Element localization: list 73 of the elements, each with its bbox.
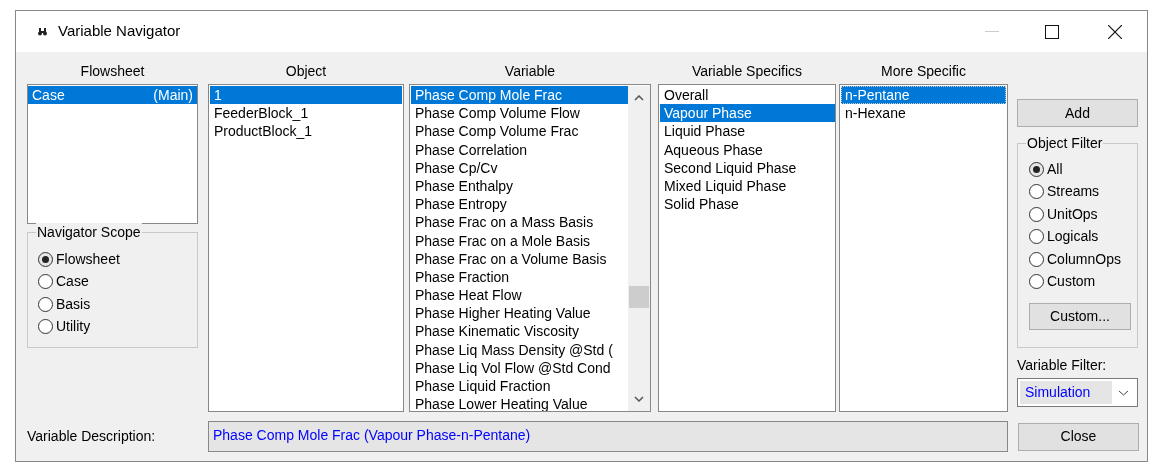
list-item[interactable]: 1 [210,86,402,105]
list-item[interactable]: Solid Phase [660,195,835,214]
scroll-down-icon[interactable] [634,396,644,402]
radio-button[interactable] [1029,229,1044,245]
close-icon[interactable] [1108,24,1122,39]
group-title: Object Filter [1026,134,1104,152]
radio-label[interactable]: Streams [1047,181,1100,203]
list-item[interactable]: Phase Kinematic Viscosity [411,322,628,341]
list-item[interactable]: Phase Liquid Fraction [411,377,628,396]
column-header: Object [284,62,328,81]
scroll-thumb[interactable] [629,286,649,308]
radio-label[interactable]: All [1047,158,1063,180]
radio-button[interactable] [1029,184,1044,200]
column-header: Variable Specifics [690,62,804,81]
variable-filter-label: Variable Filter: [1017,356,1108,374]
radio-label[interactable]: Basis [56,293,91,315]
custom-button[interactable]: Custom... [1029,303,1131,330]
list-item[interactable]: Aqueous Phase [660,140,835,159]
radio-label[interactable]: Utility [56,316,91,338]
list-item[interactable]: n-Hexane [841,104,1006,123]
radio-button[interactable] [1029,251,1044,267]
list-item[interactable]: Phase Liq Vol Flow @Std Cond [411,358,628,377]
close-button[interactable]: Close [1018,422,1139,451]
chevron-down-icon [1118,389,1129,396]
list-item[interactable]: Liquid Phase [660,122,835,141]
list-item[interactable]: Phase Cp/Cv [411,158,628,177]
radio-label[interactable]: Logicals [1047,226,1099,248]
radio-button[interactable] [38,274,53,290]
binoculars-icon [38,27,47,36]
radio-button[interactable] [38,251,53,267]
list-item[interactable]: n-Pentane [841,86,1006,105]
list-item[interactable]: Vapour Phase [660,104,835,123]
scroll-up-icon[interactable] [634,95,644,101]
radio-label[interactable]: Case [56,271,89,293]
radio-button[interactable] [38,296,53,312]
description-label: Variable Description: [27,427,157,446]
description-field: Phase Comp Mole Frac (Vapour Phase-n-Pentane) [208,421,1008,452]
list-item[interactable]: Mixed Liquid Phase [660,176,835,196]
list-item[interactable]: Phase Fraction [411,267,628,287]
add-button[interactable]: Add [1017,99,1138,127]
list-item[interactable]: Phase Comp Volume Frac [411,122,628,141]
list-item[interactable]: Phase Frac on a Mole Basis [411,231,628,250]
window-title: Variable Navigator [58,21,181,42]
radio-button[interactable] [1029,206,1044,222]
radio-button[interactable] [1029,161,1044,177]
list-item[interactable]: Phase Enthalpy [411,176,628,196]
list-item[interactable]: Case (Main) [28,86,197,105]
variable-filter-dropdown[interactable]: Simulation [1017,378,1138,407]
list-item[interactable]: Phase Frac on a Volume Basis [411,249,628,268]
list-item[interactable]: FeederBlock_1 [210,104,402,123]
list-item[interactable]: Phase Heat Flow [411,286,628,305]
radio-label[interactable]: UnitOps [1047,203,1098,225]
radio-button[interactable] [38,319,53,335]
radio-label[interactable]: Flowsheet [56,248,120,270]
list-item[interactable]: Phase Liq Mass Density @Std ( [411,340,628,359]
list-item[interactable]: Phase Frac on a Mass Basis [411,213,628,232]
list-item[interactable]: Overall [660,86,835,105]
list-item[interactable]: Phase Correlation [411,140,628,159]
list-item[interactable]: Second Liquid Phase [660,158,835,177]
maximize-icon[interactable] [1045,24,1059,39]
list-item[interactable]: ProductBlock_1 [210,122,402,141]
list-item[interactable]: Phase Comp Volume Flow [411,104,628,123]
list-item[interactable]: Phase Higher Heating Value [411,304,628,323]
radio-label[interactable]: Custom [1047,271,1096,293]
list-item[interactable]: Phase Comp Mole Frac [411,86,628,105]
group-title: Navigator Scope [36,223,142,241]
column-header: Flowsheet [79,62,146,81]
radio-button[interactable] [1029,274,1044,290]
scrollbar[interactable] [628,86,650,411]
radio-label[interactable]: ColumnOps [1047,248,1121,270]
list-item[interactable]: Phase Entropy [411,195,628,214]
column-header: Variable [503,62,557,81]
column-header: More Specific [880,62,967,81]
